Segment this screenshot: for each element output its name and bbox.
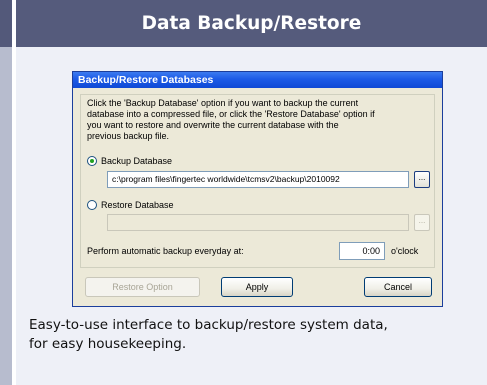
dialog-description: Click the 'Backup Database' option if yo… — [87, 98, 432, 142]
caption-line: for easy housekeeping. — [29, 336, 187, 352]
left-side-strip-header — [0, 0, 12, 47]
restore-database-label: Restore Database — [101, 200, 174, 210]
left-side-strip — [0, 0, 12, 385]
panel-header: Data Backup/Restore — [16, 0, 487, 47]
restore-browse-button[interactable]: ... — [414, 214, 430, 231]
description-line: previous backup file. — [87, 131, 170, 141]
backup-database-label: Backup Database — [101, 156, 173, 166]
auto-backup-time-field[interactable]: 0:00 — [339, 242, 385, 260]
description-line: database into a compressed file, or clic… — [87, 109, 375, 119]
dialog-titlebar[interactable]: Backup/Restore Databases — [73, 72, 442, 88]
backup-browse-button[interactable]: ... — [414, 171, 430, 188]
oclock-label: o'clock — [391, 246, 419, 256]
restore-database-radio[interactable] — [87, 200, 97, 210]
caption-line: Easy-to-use interface to backup/restore … — [29, 317, 388, 333]
backup-path-field[interactable]: c:\program files\fingertec worldwide\tcm… — [107, 171, 409, 188]
apply-button-label: Apply — [245, 282, 269, 292]
dialog-title: Backup/Restore Databases — [78, 74, 214, 86]
backup-restore-dialog: Backup/Restore Databases Click the 'Back… — [72, 71, 443, 307]
backup-database-radio[interactable] — [87, 156, 97, 166]
restore-path-field[interactable] — [107, 214, 409, 231]
auto-backup-label: Perform automatic backup everyday at: — [87, 246, 244, 256]
restore-database-option[interactable]: Restore Database — [87, 199, 174, 211]
cancel-button[interactable]: Cancel — [364, 277, 432, 297]
panel-title: Data Backup/Restore — [141, 13, 362, 34]
restore-option-button[interactable]: Restore Option — [85, 277, 200, 297]
feature-caption: Easy-to-use interface to backup/restore … — [29, 316, 469, 354]
description-line: you want to restore and overwrite the cu… — [87, 120, 339, 130]
backup-database-option[interactable]: Backup Database — [87, 155, 172, 167]
apply-button[interactable]: Apply — [221, 277, 293, 297]
cancel-button-label: Cancel — [383, 282, 412, 292]
description-line: Click the 'Backup Database' option if yo… — [87, 98, 359, 108]
